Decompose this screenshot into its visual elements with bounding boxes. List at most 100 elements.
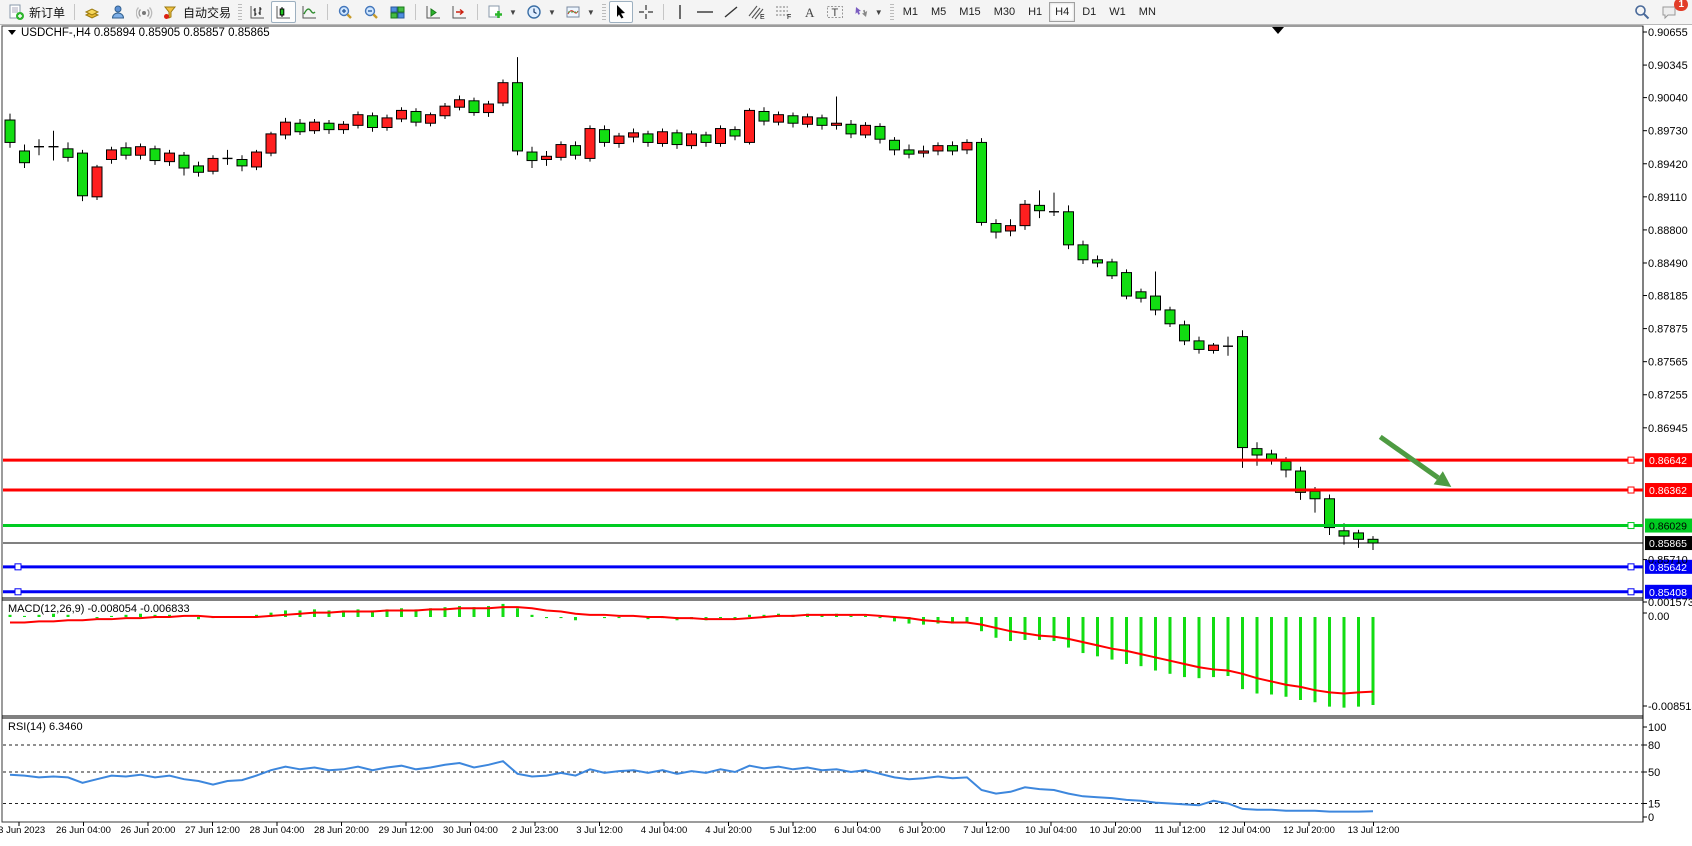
toolbar-grip bbox=[890, 4, 894, 20]
candle bbox=[1165, 307, 1175, 327]
separator bbox=[74, 4, 75, 20]
line-handle bbox=[1628, 487, 1634, 493]
time-axis-label: 4 Jul 20:00 bbox=[705, 825, 751, 836]
price-tag: 0.86362 bbox=[1645, 483, 1692, 497]
search-button[interactable] bbox=[1629, 1, 1655, 23]
cursor-button[interactable] bbox=[609, 1, 633, 23]
autoscroll-icon bbox=[425, 4, 442, 21]
tab-timeframe-d1[interactable]: D1 bbox=[1076, 2, 1102, 22]
arrows-icon bbox=[853, 4, 870, 20]
auto-trading-icon bbox=[162, 4, 179, 21]
arrows-button[interactable]: ▼ bbox=[849, 1, 887, 23]
macd-axis-label: 0.00 bbox=[1648, 611, 1669, 623]
cursor-icon bbox=[613, 4, 629, 20]
tab-timeframe-h1[interactable]: H1 bbox=[1022, 2, 1048, 22]
chart-candles-button[interactable] bbox=[271, 1, 296, 23]
separator bbox=[415, 4, 416, 20]
trendline-button[interactable] bbox=[719, 1, 743, 23]
channel-button[interactable]: E bbox=[744, 1, 770, 23]
plot-border bbox=[2, 26, 1643, 822]
chart-line-icon bbox=[301, 4, 318, 21]
price-axis-label: 0.88490 bbox=[1648, 258, 1688, 270]
candle bbox=[266, 132, 276, 157]
line-handle bbox=[1628, 589, 1634, 595]
notifications-button[interactable]: 1 bbox=[1656, 1, 1682, 23]
candle bbox=[585, 125, 595, 161]
candle bbox=[745, 108, 755, 144]
crosshair-icon bbox=[638, 4, 654, 20]
zoom-out-button[interactable] bbox=[359, 1, 384, 23]
candle bbox=[92, 165, 102, 200]
candle bbox=[469, 98, 479, 116]
tab-timeframe-w1[interactable]: W1 bbox=[1103, 2, 1132, 22]
tab-timeframe-m1[interactable]: M1 bbox=[897, 2, 924, 22]
chart-title: USDCHF-,H4 0.85894 0.85905 0.85857 0.858… bbox=[21, 27, 270, 39]
tile-windows-button[interactable] bbox=[385, 1, 410, 23]
market-watch-button[interactable] bbox=[80, 1, 105, 23]
chevron-down-icon: ▼ bbox=[875, 8, 883, 17]
chart-shift-button[interactable] bbox=[447, 1, 472, 23]
new-order-label: 新订单 bbox=[29, 4, 65, 21]
time-axis-label: 13 Jul 12:00 bbox=[1348, 825, 1400, 836]
chart-bars-button[interactable] bbox=[245, 1, 270, 23]
price-tag: 0.86029 bbox=[1645, 519, 1692, 533]
price-axis-label: 0.89420 bbox=[1648, 159, 1688, 171]
auto-trading-label: 自动交易 bbox=[183, 4, 231, 21]
channel-icon: E bbox=[748, 4, 766, 20]
time-axis-label: 30 Jun 04:00 bbox=[443, 825, 498, 836]
templates-button[interactable]: ▼ bbox=[561, 1, 599, 23]
zoom-out-icon bbox=[363, 4, 380, 21]
periods-button[interactable]: ▼ bbox=[522, 1, 560, 23]
signals-button[interactable] bbox=[132, 1, 157, 23]
vertical-line-button[interactable] bbox=[669, 1, 691, 23]
auto-trading-button[interactable]: 自动交易 bbox=[158, 1, 235, 23]
candle bbox=[556, 141, 566, 160]
period-clock-icon bbox=[526, 4, 543, 21]
search-icon bbox=[1633, 3, 1651, 21]
indicators-button[interactable]: ▼ bbox=[483, 1, 521, 23]
time-axis-label: 6 Jul 20:00 bbox=[899, 825, 945, 836]
candle bbox=[1020, 200, 1030, 230]
notification-badge: 1 bbox=[1674, 0, 1688, 11]
accounts-button[interactable] bbox=[106, 1, 131, 23]
zoom-in-button[interactable] bbox=[333, 1, 358, 23]
tab-timeframe-h4[interactable]: H4 bbox=[1049, 2, 1075, 22]
autoscroll-button[interactable] bbox=[421, 1, 446, 23]
tab-timeframe-mn[interactable]: MN bbox=[1133, 2, 1162, 22]
label-button[interactable]: T bbox=[822, 1, 848, 23]
macd-axis-label: -0.008513 bbox=[1648, 701, 1692, 713]
tab-timeframe-m5[interactable]: M5 bbox=[925, 2, 952, 22]
time-axis-label: 6 Jul 04:00 bbox=[834, 825, 880, 836]
crosshair-button[interactable] bbox=[634, 1, 658, 23]
svg-text:E: E bbox=[760, 14, 765, 20]
toolbar-grip bbox=[602, 4, 606, 20]
chart-line-button[interactable] bbox=[297, 1, 322, 23]
chart-title-group: USDCHF-,H4 0.85894 0.85905 0.85857 0.858… bbox=[8, 27, 270, 39]
price-tag: 0.85865 bbox=[1645, 536, 1692, 550]
svg-text:0.86642: 0.86642 bbox=[1649, 455, 1687, 467]
tab-timeframe-m30[interactable]: M30 bbox=[988, 2, 1021, 22]
time-axis-label: 5 Jul 12:00 bbox=[770, 825, 816, 836]
new-order-button[interactable]: 新订单 bbox=[4, 1, 69, 23]
account-icon bbox=[110, 4, 127, 21]
time-axis-label: 2 Jul 23:00 bbox=[512, 825, 558, 836]
candle bbox=[1107, 259, 1117, 279]
price-axis-label: 0.85710 bbox=[1648, 555, 1688, 567]
market-watch-icon bbox=[84, 4, 101, 21]
fibonacci-button[interactable]: F bbox=[771, 1, 797, 23]
chart-canvas[interactable]: 0.866420.863620.860290.856420.854080.858… bbox=[0, 0, 1692, 846]
price-axis-label: 0.90345 bbox=[1648, 60, 1688, 72]
horizontal-line-icon bbox=[696, 4, 714, 20]
candle bbox=[208, 155, 218, 174]
macd-axis-label: 0.001573 bbox=[1648, 597, 1692, 609]
time-axis-label: 12 Jul 04:00 bbox=[1219, 825, 1271, 836]
rsi-label: RSI(14) 6.3460 bbox=[8, 721, 83, 733]
horizontal-line-button[interactable] bbox=[692, 1, 718, 23]
text-button[interactable]: A bbox=[798, 1, 821, 23]
candle bbox=[658, 129, 668, 147]
chart-candles-icon bbox=[275, 4, 292, 21]
svg-text:0.86362: 0.86362 bbox=[1649, 485, 1687, 497]
tab-timeframe-m15[interactable]: M15 bbox=[953, 2, 986, 22]
vertical-line-icon bbox=[673, 4, 687, 20]
time-axis-label: 29 Jun 12:00 bbox=[379, 825, 434, 836]
